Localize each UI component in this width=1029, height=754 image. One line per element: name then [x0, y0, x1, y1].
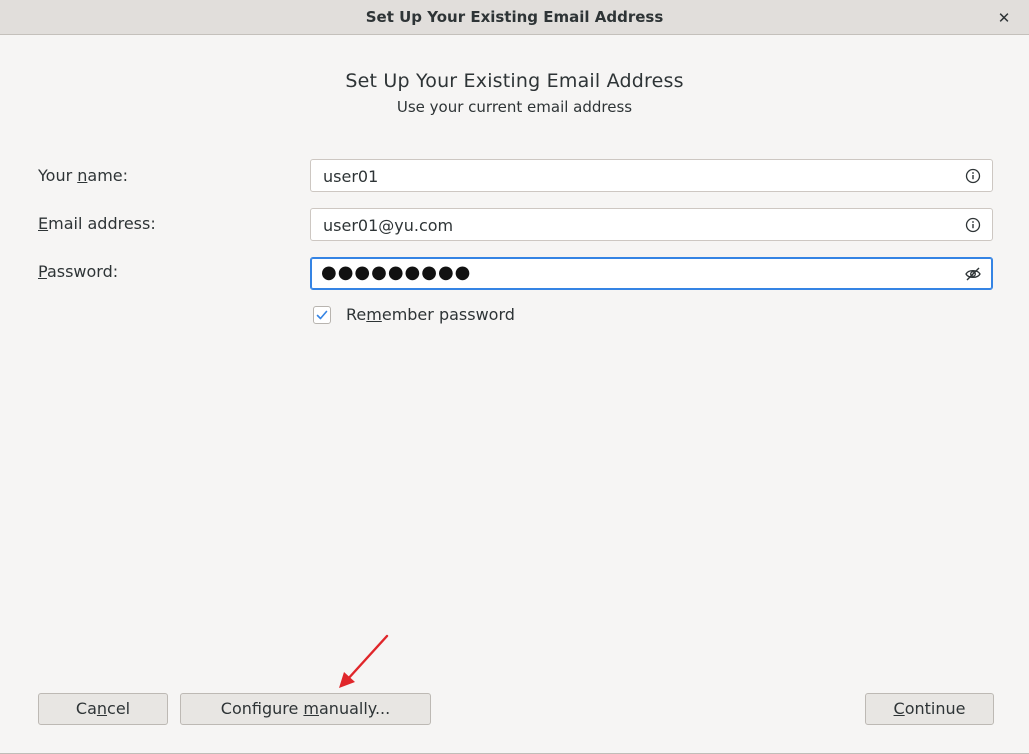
configure-text: Configure: [220, 699, 304, 718]
cancel-text-end: cel: [107, 699, 131, 718]
password-label-mnemonic: P: [38, 262, 47, 281]
password-label-text-end: assword:: [46, 262, 119, 281]
eye-slash-icon[interactable]: [964, 265, 982, 283]
email-label-mnemonic: E: [38, 214, 49, 233]
remember-password-label[interactable]: Remember password: [346, 305, 515, 324]
continue-text-end: ontinue: [904, 699, 966, 718]
name-label-mnemonic: n: [77, 166, 88, 185]
close-icon: ✕: [997, 9, 1011, 27]
title-bar: Set Up Your Existing Email Address ✕: [0, 0, 1029, 35]
cancel-button[interactable]: Cancel: [38, 693, 168, 725]
info-icon[interactable]: [964, 167, 982, 185]
configure-manually-button[interactable]: Configure manually...: [180, 693, 431, 725]
name-field[interactable]: user01: [310, 159, 993, 192]
info-icon[interactable]: [964, 216, 982, 234]
account-setup-dialog: Set Up Your Existing Email Address ✕ Set…: [0, 0, 1029, 754]
name-label-text: Your: [38, 166, 78, 185]
remember-label-mnemonic: m: [366, 305, 382, 324]
page-subtitle: Use your current email address: [396, 98, 633, 116]
password-masked-value: ●●●●●●●●●: [321, 262, 472, 283]
email-label: Email address:: [38, 214, 156, 233]
name-value: user01: [323, 167, 379, 186]
remember-password-checkbox[interactable]: [313, 306, 331, 324]
email-label-text-end: mail address:: [48, 214, 156, 233]
email-value: user01@yu.com: [323, 216, 454, 235]
configure-text-end: anually...: [319, 699, 391, 718]
continue-button[interactable]: Continue: [865, 693, 994, 725]
name-label-text-end: ame:: [87, 166, 129, 185]
email-field[interactable]: user01@yu.com: [310, 208, 993, 241]
password-label: Password:: [38, 262, 118, 281]
continue-mnemonic: C: [893, 699, 905, 718]
password-field[interactable]: ●●●●●●●●●: [310, 257, 993, 290]
remember-label-text: Re: [346, 305, 367, 324]
annotation-arrow: [339, 634, 389, 688]
window-title: Set Up Your Existing Email Address: [365, 8, 664, 26]
dialog-header: Set Up Your Existing Email Address Use y…: [0, 70, 1029, 116]
checkmark-icon: [316, 310, 328, 320]
name-label: Your name:: [38, 166, 128, 185]
close-button[interactable]: ✕: [993, 7, 1015, 29]
configure-mnemonic: m: [303, 699, 319, 718]
cancel-mnemonic: n: [96, 699, 108, 718]
remember-label-text-end: ember password: [381, 305, 515, 324]
page-title: Set Up Your Existing Email Address: [345, 70, 684, 92]
cancel-text: Ca: [75, 699, 97, 718]
